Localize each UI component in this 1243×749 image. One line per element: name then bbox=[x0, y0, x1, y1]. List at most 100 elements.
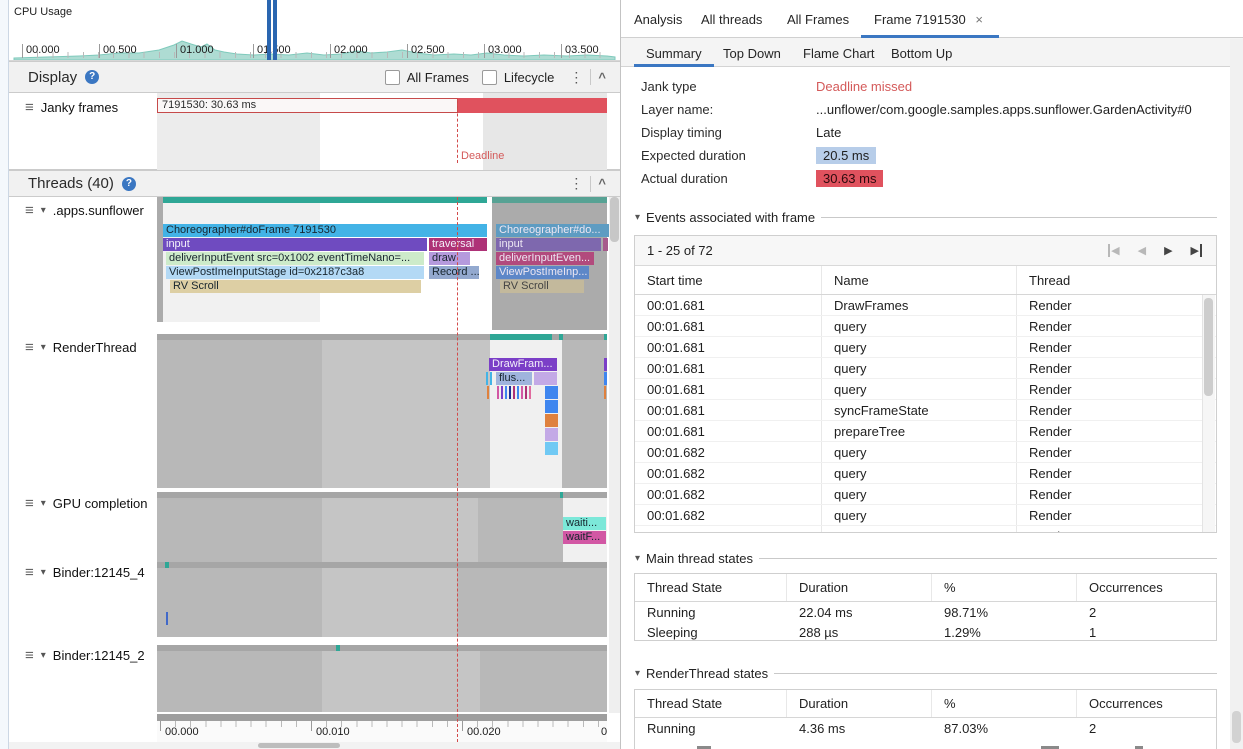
events-table-row[interactable]: 00:01.681queryRender bbox=[635, 316, 1216, 337]
binder-transaction-tick[interactable] bbox=[166, 612, 168, 625]
help-icon[interactable]: ? bbox=[122, 177, 136, 191]
events-table-row[interactable]: 00:01.682queryRender bbox=[635, 526, 1216, 533]
expand-triangle-icon[interactable]: ▾ bbox=[41, 498, 46, 509]
janky-frame-bar[interactable]: 7191530: 30.63 ms bbox=[157, 98, 458, 113]
tracks-h-scrollbar[interactable] bbox=[9, 742, 620, 749]
drag-handle-icon[interactable]: ≡ bbox=[25, 341, 34, 354]
trace-bar-input-dim[interactable]: input bbox=[496, 238, 601, 251]
trace-bar-drawframes[interactable]: DrawFram... bbox=[489, 358, 557, 371]
all-frames-checkbox[interactable] bbox=[385, 70, 400, 85]
events-table-row[interactable]: 00:01.681queryRender bbox=[635, 379, 1216, 400]
tracks-v-scrollbar[interactable] bbox=[609, 197, 620, 713]
subtab-top-down[interactable]: Top Down bbox=[723, 46, 781, 61]
tracks-v-scrollbar-thumb[interactable] bbox=[610, 197, 619, 242]
trace-bar-choreographer-dim[interactable]: Choreographer#do... bbox=[496, 224, 609, 237]
kebab-menu-icon[interactable]: ⋮ bbox=[569, 175, 583, 192]
col-header-percent[interactable]: % bbox=[932, 690, 1077, 717]
analysis-v-scrollbar-thumb[interactable] bbox=[1232, 711, 1241, 743]
thread-row-label-renderthread[interactable]: ≡ ▾ RenderThread bbox=[25, 340, 137, 355]
col-header-duration[interactable]: Duration bbox=[787, 690, 932, 717]
col-header-thread[interactable]: Thread bbox=[1017, 266, 1216, 294]
trace-bar-deliver-input-event[interactable]: deliverInputEvent src=0x1002 eventTimeNa… bbox=[166, 252, 424, 265]
cpu-usage-panel[interactable]: CPU Usage 00.000 00.500 01.000 01.500 02… bbox=[9, 0, 620, 61]
events-table-row[interactable]: 00:01.681queryRender bbox=[635, 337, 1216, 358]
states-table-row[interactable]: Running 4.36 ms 87.03% 2 bbox=[635, 718, 1216, 738]
main-thread-states-header[interactable]: ▾ Main thread states bbox=[635, 551, 1217, 566]
renderthread-states-header[interactable]: ▾ RenderThread states bbox=[635, 666, 1217, 681]
drag-handle-icon[interactable]: ≡ bbox=[25, 204, 34, 217]
trace-bar-flush[interactable]: flus... bbox=[496, 372, 532, 385]
drag-handle-icon[interactable]: ≡ bbox=[25, 497, 34, 510]
events-section-header[interactable]: ▾ Events associated with frame bbox=[635, 210, 1217, 225]
close-icon[interactable]: × bbox=[975, 12, 983, 27]
thread-row-label-binder2[interactable]: ≡ ▾ Binder:12145_2 bbox=[25, 648, 145, 663]
trace-bar-waiting[interactable]: waiti... bbox=[563, 517, 606, 530]
trace-bar-rv-scroll-dim[interactable]: RV Scroll bbox=[500, 280, 584, 293]
events-table-row[interactable]: 00:01.681prepareTreeRender bbox=[635, 421, 1216, 442]
drag-handle-icon[interactable]: ≡ bbox=[25, 101, 34, 114]
events-table-row[interactable]: 00:01.682queryRender bbox=[635, 463, 1216, 484]
trace-block[interactable] bbox=[545, 442, 558, 455]
events-table-row[interactable]: 00:01.682queryRender bbox=[635, 484, 1216, 505]
trace-bar-viewpostime-dim[interactable]: ViewPostImeInp... bbox=[496, 266, 589, 279]
states-table-row[interactable]: Sleeping 288 µs 1.29% 1 bbox=[635, 622, 1216, 641]
selection-range-handle-left[interactable] bbox=[267, 0, 271, 60]
prev-page-icon[interactable]: ◀ bbox=[1138, 244, 1146, 257]
events-table-row[interactable]: 00:01.681syncFrameStateRender bbox=[635, 400, 1216, 421]
expand-triangle-icon[interactable]: ▾ bbox=[41, 567, 46, 578]
last-page-icon[interactable]: ▶ bbox=[1191, 244, 1202, 257]
trace-block[interactable] bbox=[545, 414, 558, 427]
trace-bar-rv-scroll[interactable]: RV Scroll bbox=[170, 280, 421, 293]
col-header-percent[interactable]: % bbox=[932, 574, 1077, 601]
tab-analysis[interactable]: Analysis bbox=[634, 12, 682, 27]
section-collapse-icon[interactable]: ▾ bbox=[635, 212, 640, 223]
col-header-occurrences[interactable]: Occurrences bbox=[1077, 690, 1216, 717]
col-header-name[interactable]: Name bbox=[822, 266, 1017, 294]
trace-bar-input[interactable]: input bbox=[163, 238, 427, 251]
tab-all-threads[interactable]: All threads bbox=[701, 12, 762, 27]
expand-triangle-icon[interactable]: ▾ bbox=[41, 205, 46, 216]
drag-handle-icon[interactable]: ≡ bbox=[25, 566, 34, 579]
tab-all-frames[interactable]: All Frames bbox=[787, 12, 849, 27]
analysis-v-scrollbar[interactable] bbox=[1230, 39, 1243, 749]
trace-bar-deliver-dim[interactable]: deliverInputEven... bbox=[496, 252, 594, 265]
states-table-row[interactable]: Running 22.04 ms 98.71% 2 bbox=[635, 602, 1216, 622]
events-table-row[interactable]: 00:01.682queryRender bbox=[635, 505, 1216, 526]
trace-bar-traversal-dim[interactable] bbox=[603, 238, 608, 251]
events-table-row[interactable]: 00:01.681DrawFramesRender bbox=[635, 295, 1216, 316]
lifecycle-checkbox[interactable] bbox=[482, 70, 497, 85]
section-collapse-icon[interactable]: ▾ bbox=[635, 553, 640, 564]
trace-bar-waitfence[interactable]: waitF... bbox=[563, 531, 606, 544]
col-header-start-time[interactable]: Start time bbox=[635, 266, 822, 294]
trace-bar-traversal[interactable]: traversal bbox=[429, 238, 487, 251]
collapse-chevron-icon[interactable]: ^ bbox=[598, 70, 606, 85]
trace-block[interactable] bbox=[545, 386, 558, 399]
subtab-summary[interactable]: Summary bbox=[646, 46, 702, 61]
kebab-menu-icon[interactable]: ⋮ bbox=[569, 69, 583, 86]
section-collapse-icon[interactable]: ▾ bbox=[635, 668, 640, 679]
col-header-occurrences[interactable]: Occurrences bbox=[1077, 574, 1216, 601]
thread-row-label-binder4[interactable]: ≡ ▾ Binder:12145_4 bbox=[25, 565, 145, 580]
events-v-scrollbar[interactable] bbox=[1202, 295, 1215, 533]
expand-triangle-icon[interactable]: ▾ bbox=[41, 342, 46, 353]
subtab-flame-chart[interactable]: Flame Chart bbox=[803, 46, 875, 61]
drag-handle-icon[interactable]: ≡ bbox=[25, 649, 34, 662]
expand-triangle-icon[interactable]: ▾ bbox=[41, 650, 46, 661]
help-icon[interactable]: ? bbox=[85, 70, 99, 84]
thread-row-label-sunflower[interactable]: ≡ ▾ .apps.sunflower bbox=[25, 203, 144, 218]
tracks-h-scrollbar-thumb[interactable] bbox=[258, 743, 340, 748]
events-table-row[interactable]: 00:01.681queryRender bbox=[635, 358, 1216, 379]
col-header-thread-state[interactable]: Thread State bbox=[635, 574, 787, 601]
trace-block[interactable] bbox=[545, 400, 558, 413]
tab-frame-7191530[interactable]: Frame 7191530 × bbox=[874, 12, 983, 27]
first-page-icon[interactable]: ◀ bbox=[1108, 244, 1119, 257]
janky-frame-overflow-bar[interactable] bbox=[458, 98, 607, 113]
events-v-scrollbar-thumb[interactable] bbox=[1204, 298, 1213, 396]
col-header-duration[interactable]: Duration bbox=[787, 574, 932, 601]
janky-frames-track-label[interactable]: ≡ Janky frames bbox=[25, 100, 118, 115]
selection-range-handle-right[interactable] bbox=[273, 0, 277, 60]
trace-bar-viewpostime[interactable]: ViewPostImeInputStage id=0x2187c3a8 bbox=[166, 266, 424, 279]
trace-bar-choreographer[interactable]: Choreographer#doFrame 7191530 bbox=[163, 224, 487, 237]
trace-block[interactable] bbox=[545, 428, 558, 441]
next-page-icon[interactable]: ▶ bbox=[1164, 244, 1172, 257]
